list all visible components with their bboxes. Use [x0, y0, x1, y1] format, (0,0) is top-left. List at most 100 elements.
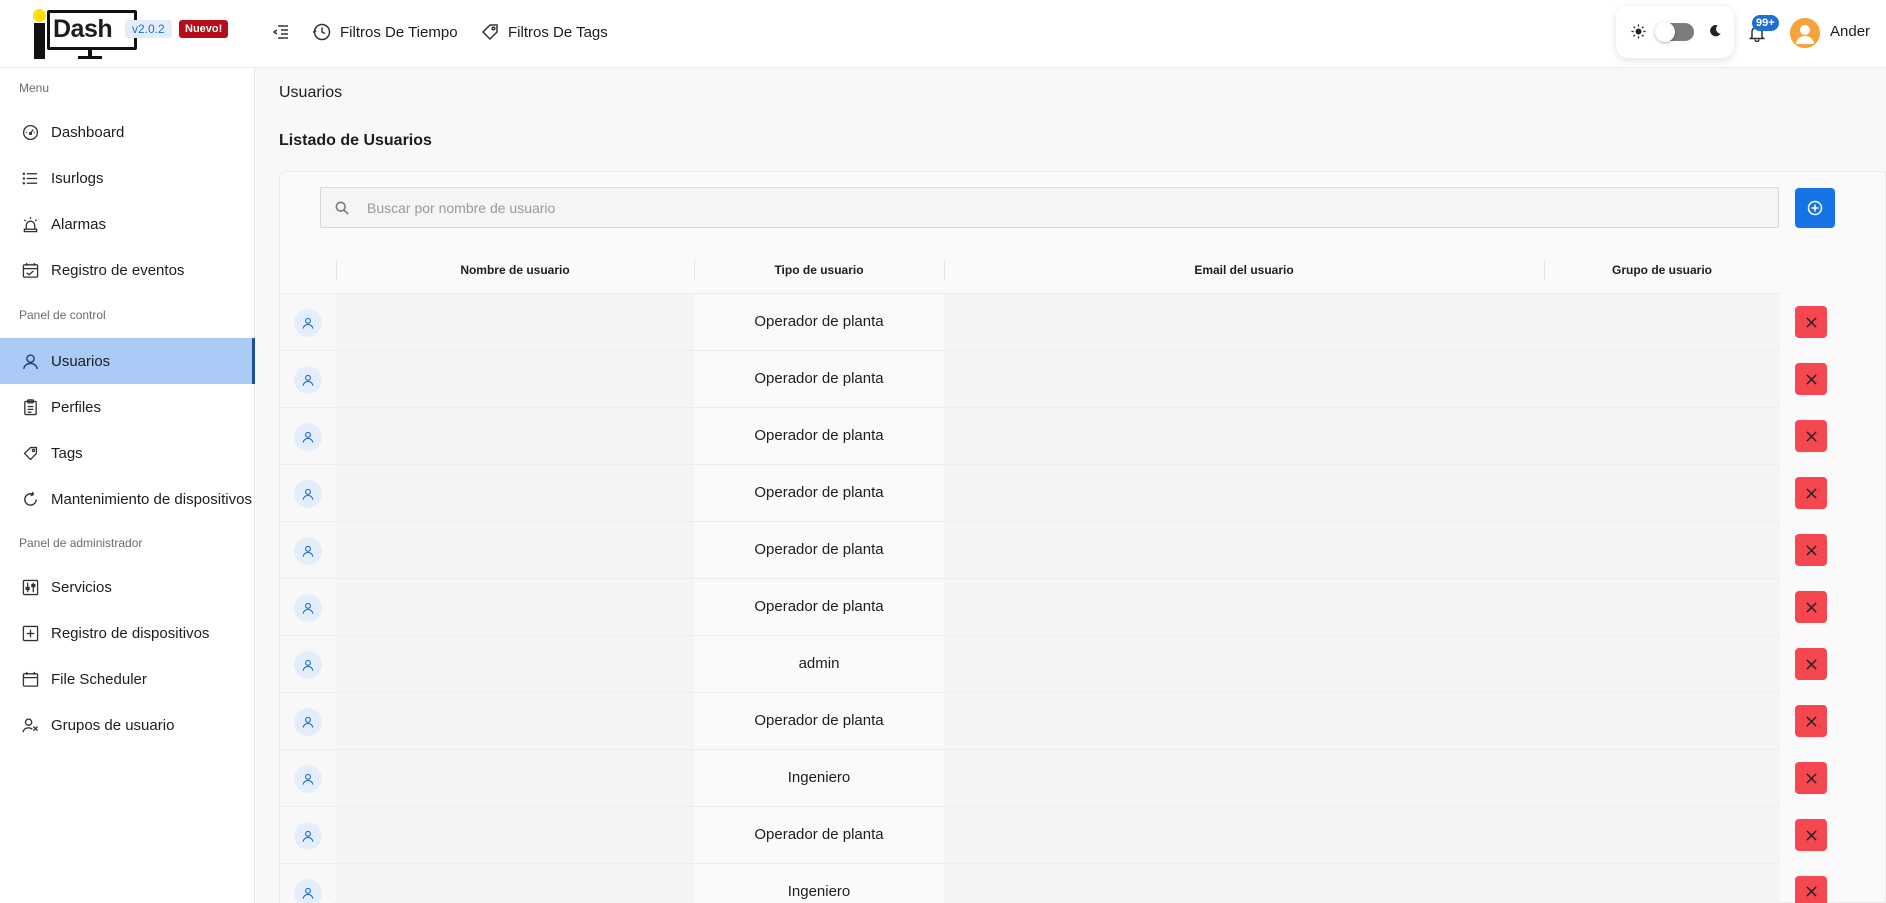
- table-row[interactable]: Operador de planta: [280, 693, 1780, 750]
- close-icon: [1805, 544, 1817, 556]
- delete-user-button[interactable]: [1795, 762, 1827, 794]
- table-row[interactable]: Operador de planta: [280, 465, 1780, 522]
- delete-user-button[interactable]: [1795, 477, 1827, 509]
- sidebar-item-dashboard[interactable]: Dashboard: [0, 109, 255, 155]
- sidebar-item-isurlogs[interactable]: Isurlogs: [0, 155, 255, 201]
- user-name-cell: [336, 750, 694, 806]
- theme-toggle-panel: [1616, 6, 1734, 58]
- row-avatar-cell: [280, 807, 335, 863]
- logo-bar: [34, 23, 45, 59]
- close-icon: [1805, 373, 1817, 385]
- table-row[interactable]: Ingeniero: [280, 864, 1780, 903]
- sidebar-item-perfiles[interactable]: Perfiles: [0, 384, 255, 430]
- close-icon: [1805, 487, 1817, 499]
- user-type-cell: Operador de planta: [694, 693, 944, 749]
- row-avatar-cell: [280, 294, 335, 350]
- row-avatar-cell: [280, 693, 335, 749]
- table-row[interactable]: Operador de planta: [280, 522, 1780, 579]
- sidebar-item-grupos-usuario[interactable]: Grupos de usuario: [0, 702, 255, 748]
- plus-circle-icon: [1807, 200, 1823, 216]
- user-group-cell: [1544, 294, 1780, 350]
- delete-user-button[interactable]: [1795, 819, 1827, 851]
- logo-text: Dash: [47, 10, 137, 50]
- user-icon: [294, 765, 322, 793]
- tag-filters-button[interactable]: Filtros De Tags: [480, 20, 608, 44]
- sun-icon: [1631, 24, 1646, 39]
- user-icon: [294, 480, 322, 508]
- sidebar-item-registro-eventos[interactable]: Registro de eventos: [0, 247, 255, 293]
- calendar-icon: [22, 671, 39, 687]
- sidebar-item-mantenimiento[interactable]: Mantenimiento de dispositivos: [0, 476, 255, 522]
- row-avatar-cell: [280, 408, 335, 464]
- delete-user-button[interactable]: [1795, 705, 1827, 737]
- table-row[interactable]: Ingeniero: [280, 750, 1780, 807]
- row-avatar-cell: [280, 750, 335, 806]
- row-avatar-cell: [280, 351, 335, 407]
- sidebar: Menu Dashboard Isurlogs Alarmas Registro…: [0, 68, 255, 903]
- theme-switch[interactable]: [1655, 22, 1694, 42]
- sidebar-item-tags[interactable]: Tags: [0, 430, 255, 476]
- sidebar-item-label: Alarmas: [51, 215, 107, 233]
- close-icon: [1805, 829, 1817, 841]
- delete-user-button[interactable]: [1795, 306, 1827, 338]
- plus-square-icon: [22, 625, 39, 641]
- close-icon: [1805, 316, 1817, 328]
- sidebar-item-label: Servicios: [51, 578, 112, 596]
- table-row[interactable]: Operador de planta: [280, 579, 1780, 636]
- user-name-cell: [336, 408, 694, 464]
- delete-user-button[interactable]: [1795, 876, 1827, 903]
- search-input[interactable]: [367, 188, 1767, 227]
- user-type-cell: Operador de planta: [694, 294, 944, 350]
- time-filters-label: Filtros De Tiempo: [340, 23, 458, 41]
- user-type-cell: Ingeniero: [694, 864, 944, 903]
- user-email-cell: [944, 351, 1544, 407]
- table-row[interactable]: Operador de planta: [280, 408, 1780, 465]
- user-email-cell: [944, 579, 1544, 635]
- user-email-cell: [944, 294, 1544, 350]
- delete-user-button[interactable]: [1795, 591, 1827, 623]
- user-icon: [294, 708, 322, 736]
- user-name[interactable]: Ander: [1830, 23, 1870, 40]
- sidebar-item-usuarios[interactable]: Usuarios: [0, 338, 255, 384]
- user-name-cell: [336, 636, 694, 692]
- user-avatar[interactable]: [1790, 18, 1820, 48]
- table-row[interactable]: Operador de planta: [280, 294, 1780, 351]
- column-header-email[interactable]: Email del usuario: [944, 260, 1544, 280]
- column-header-name[interactable]: Nombre de usuario: [336, 260, 694, 280]
- close-icon: [1805, 658, 1817, 670]
- app-logo[interactable]: Dash: [30, 8, 137, 59]
- sidebar-item-alarmas[interactable]: Alarmas: [0, 201, 255, 247]
- user-icon: [294, 309, 322, 337]
- tag-icon: [23, 446, 38, 460]
- user-icon: [294, 366, 322, 394]
- delete-user-button[interactable]: [1795, 534, 1827, 566]
- user-group-cell: [1544, 693, 1780, 749]
- add-user-button[interactable]: [1795, 188, 1835, 228]
- user-icon: [294, 594, 322, 622]
- sliders-icon: [22, 579, 39, 595]
- table-row[interactable]: Operador de planta: [280, 807, 1780, 864]
- table-row[interactable]: admin: [280, 636, 1780, 693]
- sidebar-item-file-scheduler[interactable]: File Scheduler: [0, 656, 255, 702]
- table-row[interactable]: Operador de planta: [280, 351, 1780, 408]
- moon-icon: [1710, 25, 1721, 37]
- user-type-cell: admin: [694, 636, 944, 692]
- sidebar-item-servicios[interactable]: Servicios: [0, 564, 255, 610]
- row-avatar-cell: [280, 636, 335, 692]
- sidebar-section-menu: Menu: [19, 81, 50, 95]
- column-header-type[interactable]: Tipo de usuario: [694, 260, 944, 280]
- menu-collapse-icon[interactable]: [272, 23, 290, 41]
- user-type-cell: Operador de planta: [694, 579, 944, 635]
- page-title: Listado de Usuarios: [279, 132, 432, 149]
- delete-user-button[interactable]: [1795, 648, 1827, 680]
- user-group-cell: [1544, 636, 1780, 692]
- sidebar-item-registro-dispositivos[interactable]: Registro de dispositivos: [0, 610, 255, 656]
- search-icon: [335, 201, 349, 215]
- list-icon: [22, 172, 38, 184]
- time-filters-button[interactable]: Filtros De Tiempo: [312, 20, 458, 44]
- delete-user-button[interactable]: [1795, 420, 1827, 452]
- column-header-group[interactable]: Grupo de usuario: [1544, 260, 1780, 280]
- user-type-cell: Operador de planta: [694, 522, 944, 578]
- theme-switch-knob: [1655, 22, 1675, 42]
- delete-user-button[interactable]: [1795, 363, 1827, 395]
